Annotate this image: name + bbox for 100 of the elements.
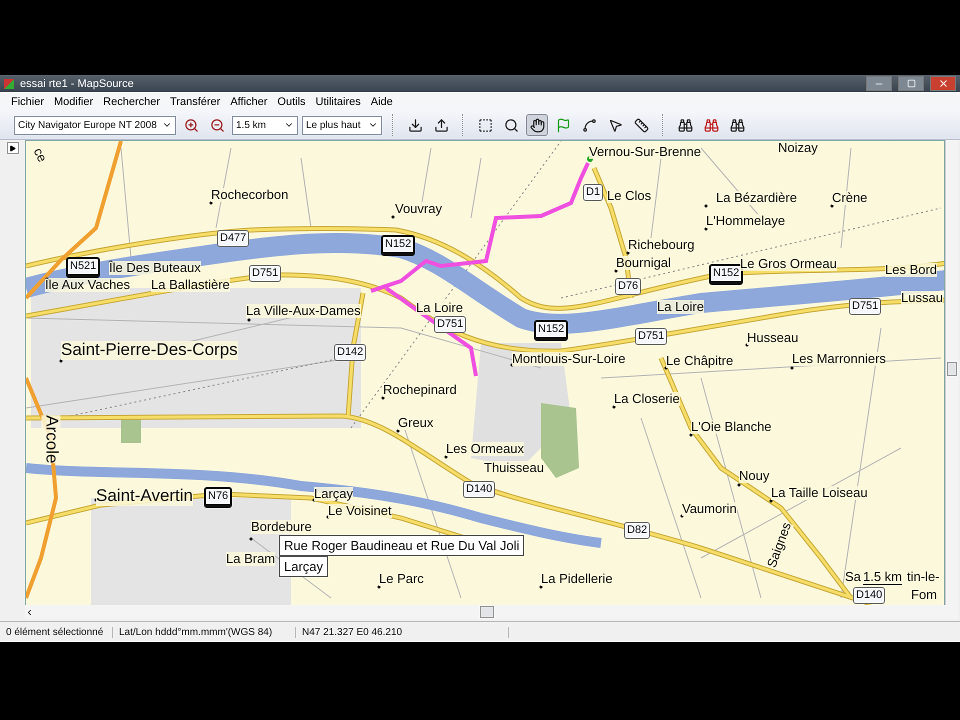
place-label: Sa (845, 570, 861, 584)
scrollbar-thumb[interactable] (947, 362, 958, 376)
place-label: Montlouis-Sur-Loire (512, 352, 626, 366)
scale-dropdown[interactable]: 1.5 km (232, 116, 298, 134)
scale-label: 1.5 km (863, 570, 902, 586)
menu-item[interactable]: Fichier (6, 96, 50, 108)
place-label: Saint-Avertin (96, 487, 194, 506)
place-label: La Pidellerie (541, 572, 613, 586)
place-label: La Ballastière (151, 278, 230, 292)
close-button[interactable] (930, 76, 956, 91)
menu-item[interactable]: Outils (272, 96, 311, 108)
zoom-out-icon (210, 118, 224, 132)
road-shield: D140 (463, 481, 496, 498)
place-label: Île Aux Vaches (45, 278, 130, 292)
place-label: Île Des Buteaux (109, 261, 201, 276)
place-label: tin-le- (907, 570, 940, 584)
status-text: Lat/Lon hddd°mm.mmm'(WGS 84) (113, 626, 296, 638)
place-label: Le Gros Ormeau (740, 257, 837, 272)
road-shield: N521 (66, 257, 100, 278)
place-label: Les Ormeaux (446, 442, 524, 456)
road-shield: N76 (204, 487, 232, 508)
window-title: essai rte1 - MapSource (20, 78, 134, 90)
place-label: Fom (911, 588, 937, 602)
place-label: L'Hommelaye (706, 214, 786, 228)
place-label: Thuisseau (484, 461, 544, 476)
place-label: Bordebure (251, 520, 312, 534)
road-shield: N152 (534, 320, 568, 341)
place-label: Greux (398, 416, 434, 430)
road-shield: D751 (635, 328, 668, 345)
place-label: Le Châpitre (666, 354, 734, 368)
place-label: Larçay (314, 487, 354, 502)
map-tooltip: Larçay (279, 556, 328, 577)
receive-icon (408, 118, 422, 132)
place-label: La Taille Loiseau (771, 486, 868, 500)
zoom-icon (504, 118, 518, 132)
place-label: Vernou-Sur-Brenne (589, 145, 702, 160)
ruler-icon (634, 118, 648, 132)
scrollbar-thumb[interactable] (480, 606, 494, 618)
place-label: La Bézardière (716, 191, 797, 206)
road-shield: N152 (381, 235, 416, 256)
place-label: Les Marronniers (792, 352, 886, 366)
menu-item[interactable]: Rechercher (98, 96, 165, 108)
road-shield: D751 (849, 298, 882, 315)
binoculars-icon (704, 118, 718, 132)
detail-dropdown[interactable]: Le plus haut (302, 116, 382, 134)
route-icon (582, 118, 596, 132)
road-shield: D142 (334, 344, 366, 361)
place-label: Le Parc (379, 572, 424, 586)
flag-icon (556, 118, 570, 132)
place-label: Le Voisinet (328, 504, 392, 518)
road-shield: D82 (624, 522, 650, 539)
menu-item[interactable]: Transférer (165, 96, 226, 108)
app-icon (4, 78, 14, 88)
place-label: Vaumorin (682, 502, 737, 516)
place-label: Rochepinard (383, 383, 457, 398)
place-label: Husseau (747, 331, 798, 346)
triangle-icon (9, 144, 16, 152)
binoculars-icon (730, 118, 744, 132)
place-label: Les Bord (885, 263, 938, 278)
place-label: L'Oie Blanche (691, 420, 772, 434)
place-label: Noizay (778, 141, 818, 156)
road-shield: D751 (249, 265, 282, 282)
place-label: La Loire (416, 301, 463, 316)
place-label: Arcole (42, 415, 60, 464)
place-label: Bournigal (616, 256, 671, 270)
place-label: Crène (832, 191, 868, 206)
horizontal-scrollbar[interactable] (25, 605, 958, 619)
pointer-icon (608, 118, 622, 132)
place-label: La Closerie (614, 392, 680, 406)
status-text: 0 élément sélectionné (0, 626, 113, 638)
send-icon (434, 118, 448, 132)
maximize-icon (906, 79, 916, 88)
panel-toggle-button[interactable] (6, 142, 18, 154)
binoculars-icon (678, 118, 692, 132)
zoom-in-icon (184, 118, 198, 132)
place-label: Lussau (901, 291, 943, 306)
menu-item[interactable]: Modifier (49, 96, 98, 108)
menu-item[interactable]: Utilitaires (310, 96, 366, 108)
map-tooltip: Rue Roger Baudineau et Rue Du Val Joli (279, 535, 524, 556)
road-shield: D477 (217, 230, 250, 247)
hand-icon (530, 118, 544, 132)
road-shield: D751 (434, 316, 466, 333)
road-shield: D1 (583, 184, 604, 201)
place-label: La Loire (657, 300, 704, 314)
close-icon (938, 78, 948, 89)
place-label: La Ville-Aux-Dames (246, 304, 361, 318)
menu-item[interactable]: Afficher (225, 96, 272, 108)
map-product-dropdown[interactable]: City Navigator Europe NT 2008 (14, 116, 176, 134)
road-shield: D140 (853, 587, 886, 604)
place-label: Saint-Pierre-Des-Corps (61, 341, 238, 360)
maximize-button[interactable] (898, 76, 924, 91)
place-label: Le Clos (607, 189, 652, 204)
vertical-scrollbar[interactable] (945, 140, 958, 605)
place-label: La Bram (226, 552, 276, 566)
tool-button[interactable] (526, 114, 548, 136)
road-shield: D76 (615, 278, 642, 295)
select-area-icon (478, 118, 492, 132)
place-label: Vouvray (395, 202, 442, 216)
menu-item[interactable]: Aide (366, 96, 398, 108)
place-label: Richebourg (628, 238, 694, 252)
